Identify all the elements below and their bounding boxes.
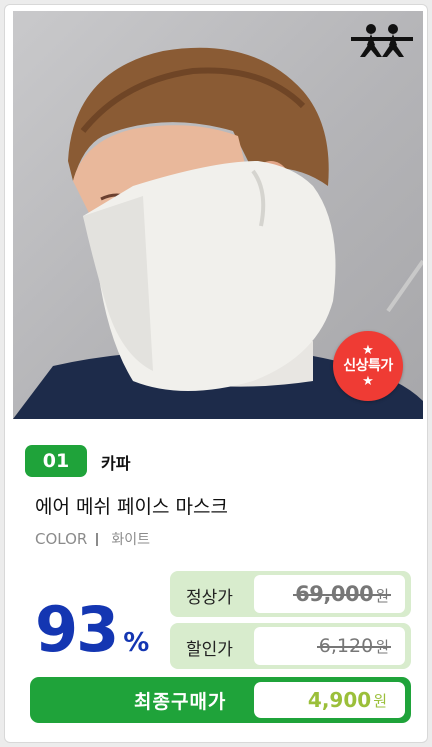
original-price-label: 정상가 (186, 588, 233, 608)
star-icon: ★ (362, 374, 374, 389)
original-price-box: 정상가 69,000 원 (170, 571, 411, 617)
color-label: COLOR (35, 530, 88, 548)
discount-price-amount: 6,120 원 (316, 635, 392, 657)
star-icon: ★ (362, 343, 374, 358)
rank-badge: 01 (25, 445, 87, 477)
currency-unit: 원 (373, 691, 387, 710)
color-info: COLOR 화이트 (35, 529, 150, 549)
discount-price-label: 할인가 (186, 640, 233, 660)
product-photo[interactable]: ★ 신상특가 ★ (13, 11, 423, 419)
original-price-amount: 69,000 원 (293, 582, 391, 606)
currency-unit: 원 (375, 638, 389, 656)
discount-price-box: 할인가 6,120 원 (170, 623, 411, 669)
final-price-field: 4,900 원 (254, 682, 405, 718)
final-price-label: 최종구매가 (134, 691, 227, 713)
currency-unit: 원 (375, 587, 389, 605)
product-card[interactable]: ★ 신상특가 ★ 01 카파 에어 메쉬 페이스 마스크 COLOR 화이트 9… (4, 4, 428, 743)
discount-number: 93 (35, 593, 119, 666)
kappa-logo-icon (351, 24, 413, 57)
discount-rate: 93% (35, 595, 149, 665)
original-price-value: 69,000 (295, 582, 374, 606)
product-title[interactable]: 에어 메쉬 페이스 마스크 (35, 492, 228, 519)
divider (96, 532, 99, 546)
original-price-field: 69,000 원 (254, 575, 405, 613)
final-price-value: 4,900 (307, 688, 372, 712)
color-value: 화이트 (111, 532, 150, 548)
discount-unit: % (123, 628, 150, 658)
sale-badge-label: 신상특가 (343, 358, 393, 374)
sale-badge: ★ 신상특가 ★ (333, 331, 403, 401)
final-price-box[interactable]: 최종구매가 4,900 원 (30, 677, 411, 723)
brand-name[interactable]: 카파 (101, 450, 130, 474)
discount-price-field: 6,120 원 (254, 627, 405, 665)
discount-price-value: 6,120 (318, 635, 374, 657)
